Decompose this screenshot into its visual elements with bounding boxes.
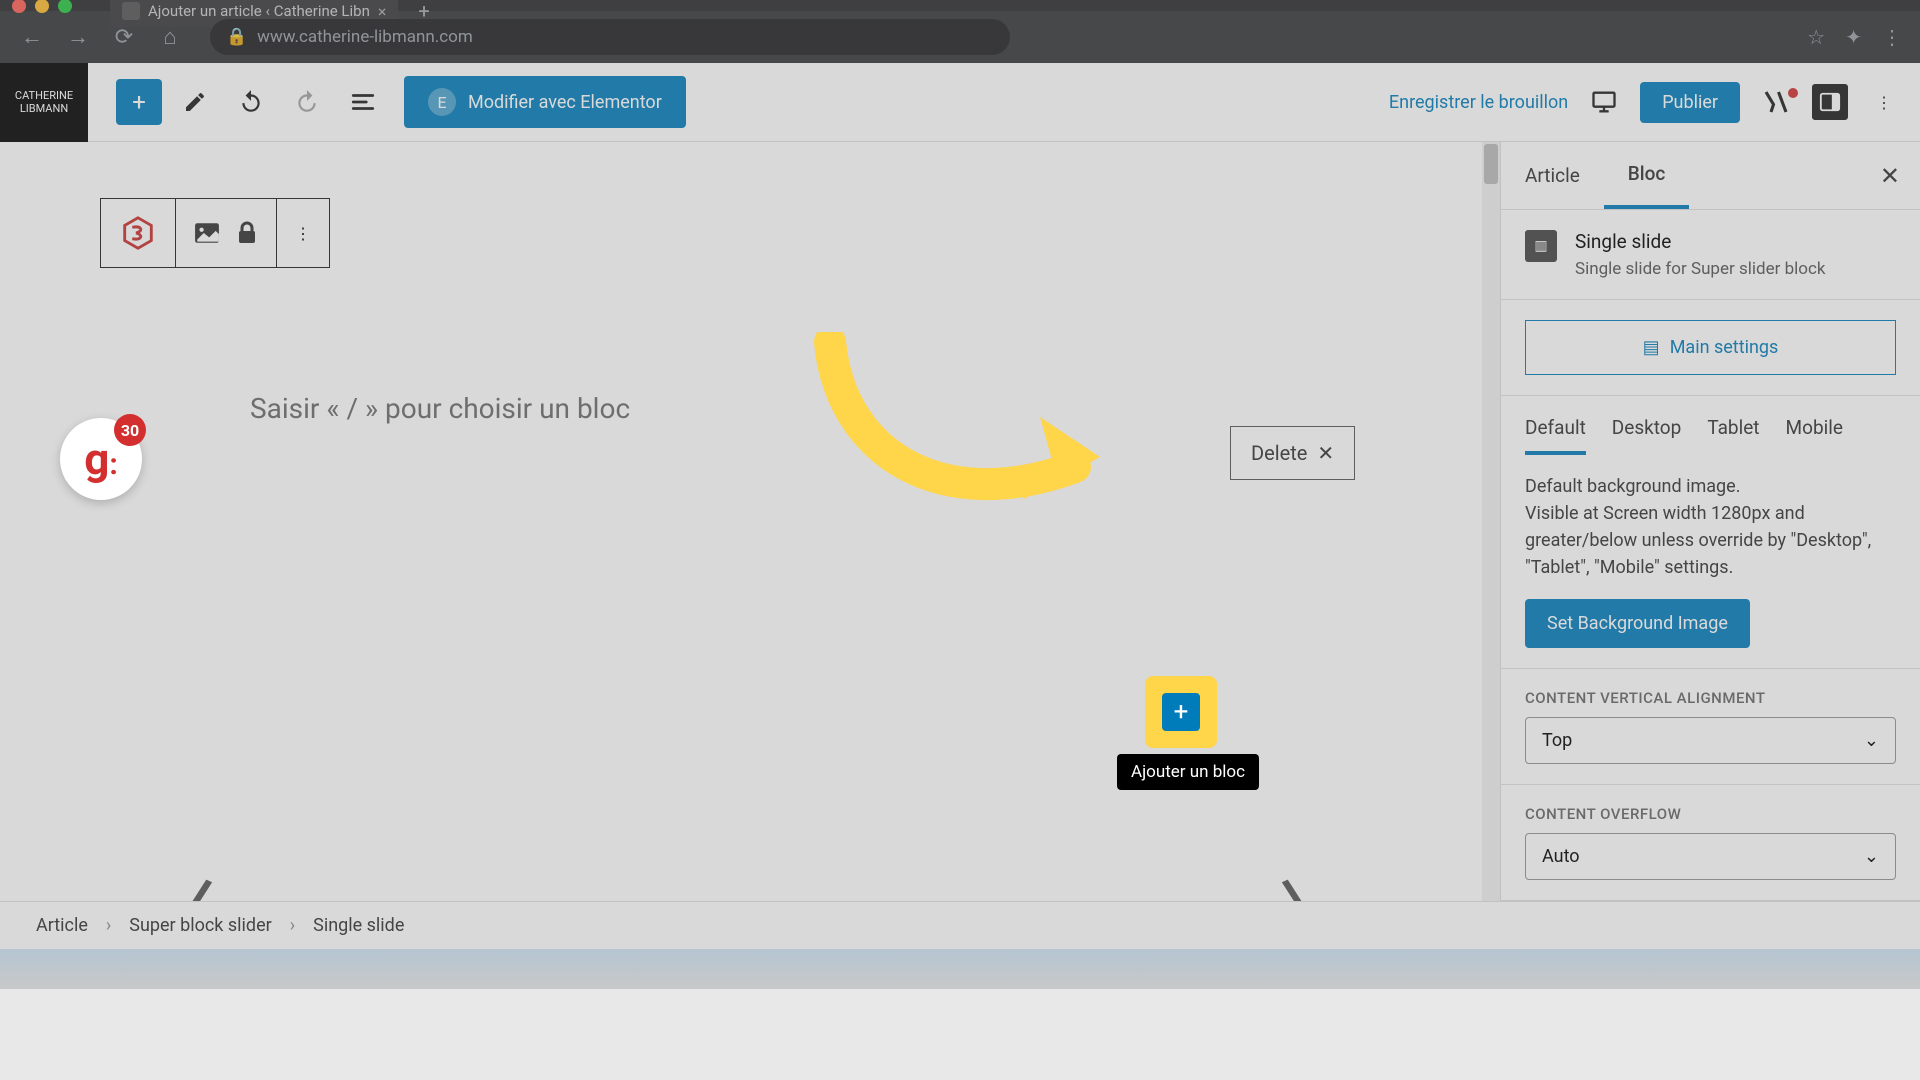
sidebar-tabs: Article Bloc ✕ <box>1501 142 1920 210</box>
url-input[interactable]: 🔒 www.catherine-libmann.com <box>210 19 1010 55</box>
slide-icon <box>194 222 220 244</box>
forward-button[interactable]: → <box>64 24 92 50</box>
preview-desktop-icon[interactable] <box>1586 84 1622 120</box>
tab-bloc[interactable]: Bloc <box>1604 142 1690 209</box>
getgenie-badge[interactable]: g: 30 <box>60 418 142 500</box>
sidebar-close-button[interactable]: ✕ <box>1860 162 1920 190</box>
getgenie-count-badge: 30 <box>114 414 146 446</box>
default-bg-description: Default background image. Visible at Scr… <box>1525 473 1896 581</box>
url-text: www.catherine-libmann.com <box>257 27 473 47</box>
maximize-window-icon[interactable] <box>58 0 72 13</box>
device-tab-mobile[interactable]: Mobile <box>1786 416 1843 455</box>
tab-favicon-icon <box>122 2 140 20</box>
edit-with-elementor-button[interactable]: E Modifier avec Elementor <box>404 76 686 128</box>
publish-button[interactable]: Publier <box>1640 82 1740 123</box>
device-tabs: Default Desktop Tablet Mobile <box>1525 416 1896 455</box>
device-tab-tablet[interactable]: Tablet <box>1707 416 1759 455</box>
elementor-label: Modifier avec Elementor <box>468 92 662 113</box>
reload-button[interactable]: ⟳ <box>110 25 138 50</box>
home-button[interactable]: ⌂ <box>156 24 184 50</box>
vertical-align-value: Top <box>1542 730 1572 751</box>
breadcrumb-super-block-slider[interactable]: Super block slider <box>129 915 271 936</box>
super-slider-hex-icon <box>119 214 157 252</box>
toggle-block-inserter-button[interactable]: + <box>116 79 162 125</box>
overflow-select[interactable]: Auto ⌄ <box>1525 833 1896 880</box>
document-overview-button[interactable] <box>340 79 386 125</box>
options-menu-button[interactable]: ⋮ <box>1866 84 1902 120</box>
block-info-header: ▥ Single slide Single slide for Super sl… <box>1501 210 1920 300</box>
settings-sidebar-toggle[interactable] <box>1812 84 1848 120</box>
block-type-button[interactable] <box>100 198 176 268</box>
save-draft-link[interactable]: Enregistrer le brouillon <box>1389 92 1568 113</box>
chevron-right-icon: › <box>290 915 295 936</box>
overflow-value: Auto <box>1542 846 1580 867</box>
main-settings-button[interactable]: ▤ Main settings <box>1525 320 1896 375</box>
canvas-scrollbar[interactable] <box>1482 142 1500 901</box>
lock-icon: 🔒 <box>226 27 247 47</box>
single-slide-icon: ▥ <box>1525 230 1557 262</box>
yoast-status-dot-icon <box>1788 88 1798 98</box>
overflow-label: CONTENT OVERFLOW <box>1525 805 1896 823</box>
editor-top-toolbar: CATHERINE LIBMANN + E Modifier avec Elem… <box>0 63 1920 142</box>
block-title: Single slide <box>1575 230 1825 253</box>
close-window-icon[interactable] <box>12 0 26 13</box>
logo-line1: CATHERINE <box>15 89 73 102</box>
undo-button[interactable] <box>228 79 274 125</box>
tab-article[interactable]: Article <box>1501 144 1604 207</box>
device-tab-default[interactable]: Default <box>1525 416 1586 455</box>
browser-menu-icon[interactable]: ⋮ <box>1882 25 1902 49</box>
back-button[interactable]: ← <box>18 24 46 50</box>
getgenie-logo-icon: g: <box>84 433 118 485</box>
chevron-right-icon: › <box>106 915 111 936</box>
plus-icon: + <box>1174 697 1189 727</box>
settings-list-icon: ▤ <box>1643 337 1660 358</box>
editor-canvas[interactable]: ⋮ Saisir « / » pour choisir un bloc Dele… <box>0 142 1500 901</box>
browser-address-bar: ← → ⟳ ⌂ 🔒 www.catherine-libmann.com ☆ ✦ … <box>0 11 1920 63</box>
breadcrumb-article[interactable]: Article <box>36 915 88 936</box>
redo-button[interactable] <box>284 79 330 125</box>
block-more-options-button[interactable]: ⋮ <box>277 198 330 268</box>
site-logo[interactable]: CATHERINE LIBMANN <box>0 63 88 142</box>
bookmark-star-icon[interactable]: ☆ <box>1807 25 1825 49</box>
kebab-icon: ⋮ <box>295 224 311 243</box>
lock-icon <box>236 221 258 245</box>
delete-label: Delete <box>1251 441 1307 465</box>
logo-line2: LIBMANN <box>20 102 68 115</box>
elementor-icon: E <box>428 88 456 116</box>
slider-prev-button[interactable]: 〈 <box>150 862 214 901</box>
add-block-tooltip: Ajouter un bloc <box>1117 754 1259 790</box>
extensions-icon[interactable]: ✦ <box>1845 25 1862 49</box>
vertical-align-select[interactable]: Top ⌄ <box>1525 717 1896 764</box>
scrollbar-thumb[interactable] <box>1484 144 1498 184</box>
annotation-arrow-icon <box>800 332 1120 562</box>
main-settings-label: Main settings <box>1670 337 1779 358</box>
vertical-align-label: CONTENT VERTICAL ALIGNMENT <box>1525 689 1896 707</box>
tab-title: Ajouter un article ‹ Catherine Libn <box>148 2 370 20</box>
breadcrumb-single-slide[interactable]: Single slide <box>313 915 404 936</box>
minimize-window-icon[interactable] <box>35 0 49 13</box>
slider-next-button[interactable]: 〉 <box>1280 862 1344 901</box>
block-toolbar: ⋮ <box>100 198 330 268</box>
block-slide-lock-group[interactable] <box>176 198 277 268</box>
close-x-icon: ✕ <box>1317 441 1334 465</box>
desktop-background-strip <box>0 949 1920 989</box>
add-block-highlight: + <box>1145 676 1217 748</box>
settings-sidebar: Article Bloc ✕ ▥ Single slide Single sli… <box>1500 142 1920 901</box>
block-placeholder-text[interactable]: Saisir « / » pour choisir un bloc <box>250 392 630 425</box>
block-breadcrumb: Article › Super block slider › Single sl… <box>0 901 1920 949</box>
delete-slide-button[interactable]: Delete ✕ <box>1230 426 1355 480</box>
chevron-down-icon: ⌄ <box>1864 846 1879 867</box>
device-tab-desktop[interactable]: Desktop <box>1612 416 1682 455</box>
set-background-image-button[interactable]: Set Background Image <box>1525 599 1750 648</box>
add-block-button[interactable]: + <box>1162 693 1200 731</box>
yoast-icon[interactable] <box>1758 84 1794 120</box>
tab-close-icon[interactable]: × <box>378 2 387 21</box>
block-description: Single slide for Super slider block <box>1575 259 1825 279</box>
chevron-down-icon: ⌄ <box>1864 730 1879 751</box>
tools-pencil-icon[interactable] <box>172 79 218 125</box>
